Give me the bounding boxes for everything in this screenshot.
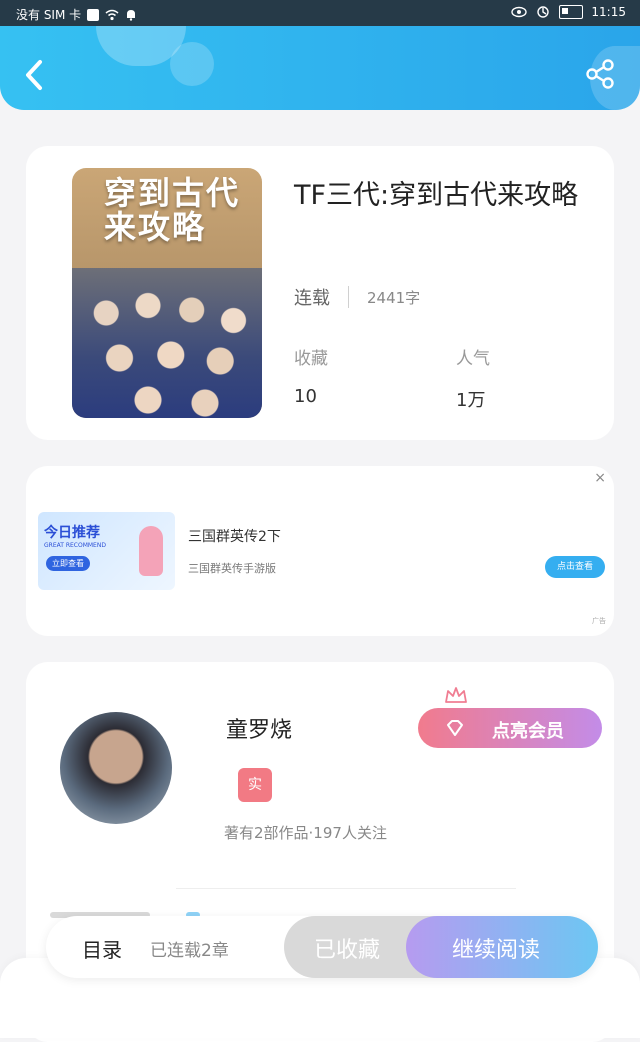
collected-button-label: 已收藏 [314, 938, 381, 963]
data-saver-icon [537, 6, 550, 18]
serial-status: 连载 [294, 288, 330, 309]
divider [348, 286, 349, 308]
continue-reading-label: 继续阅读 [452, 938, 541, 963]
ad-illustration [139, 526, 163, 576]
author-meta: 著有2部作品·197人关注 [224, 824, 387, 842]
bottom-action-bar: 目录 已连载2章 已收藏 继续阅读 [46, 916, 598, 978]
word-count: 2441字 [367, 288, 421, 307]
sim-icon [87, 8, 100, 21]
diamond-icon [447, 720, 463, 736]
book-info-card: 穿到古代来攻略 TF三代:穿到古代来攻略 连载 2441字 收藏 10 人气 1… [26, 146, 614, 440]
vip-button[interactable]: 点亮会员 [418, 708, 602, 748]
ad-view-button[interactable]: 点击查看 [545, 556, 605, 578]
ad-card[interactable]: × 今日推荐 GREAT RECOMMEND 立即查看 三国群英传2下 三国群英… [26, 466, 614, 636]
favorites-value: 10 [294, 386, 317, 407]
author-avatar[interactable] [60, 712, 172, 824]
top-bar [0, 26, 640, 110]
notification-icon [127, 9, 136, 21]
battery-icon [559, 5, 584, 19]
wifi-icon [105, 9, 119, 20]
cover-photo [72, 268, 262, 418]
back-button[interactable] [20, 58, 48, 92]
favorites-label: 收藏 [294, 349, 328, 369]
popularity-value: 1万 [456, 390, 486, 411]
popularity-label: 人气 [456, 349, 490, 369]
status-bar: 没有 SIM 卡 22 11:15 [0, 0, 640, 26]
book-status-row: 连载 2441字 [294, 284, 420, 310]
cover-title: 穿到古代来攻略 [104, 174, 241, 246]
ad-image-subtitle: GREAT RECOMMEND [44, 542, 106, 549]
author-name: 童罗烧 [226, 718, 293, 743]
ad-description: 三国群英传手游版 [188, 562, 276, 575]
ad-image[interactable]: 今日推荐 GREAT RECOMMEND 立即查看 [38, 512, 175, 590]
ad-close-button[interactable]: × [594, 470, 606, 486]
carrier-text: 没有 SIM 卡 [16, 8, 82, 22]
ad-title: 三国群英传2下 [188, 529, 281, 545]
ad-source-label: 广告 [592, 617, 606, 625]
serial-chapters-text: 已连载2章 [150, 941, 229, 961]
book-title: TF三代:穿到古代来攻略 [294, 180, 579, 211]
divider [176, 888, 516, 889]
ad-image-title: 今日推荐 [44, 525, 100, 541]
table-of-contents-button[interactable]: 目录 [82, 934, 122, 963]
verified-badge: 实 [238, 768, 272, 802]
clock: 11:15 [591, 5, 626, 19]
eye-icon [511, 6, 528, 18]
book-cover[interactable]: 穿到古代来攻略 [72, 168, 262, 418]
decorative-bubble [170, 42, 214, 86]
share-button[interactable] [584, 58, 616, 90]
ad-image-button: 立即查看 [46, 556, 90, 571]
continue-reading-button[interactable]: 继续阅读 [406, 916, 598, 978]
vip-button-label: 点亮会员 [492, 721, 564, 742]
crown-icon [445, 687, 467, 703]
